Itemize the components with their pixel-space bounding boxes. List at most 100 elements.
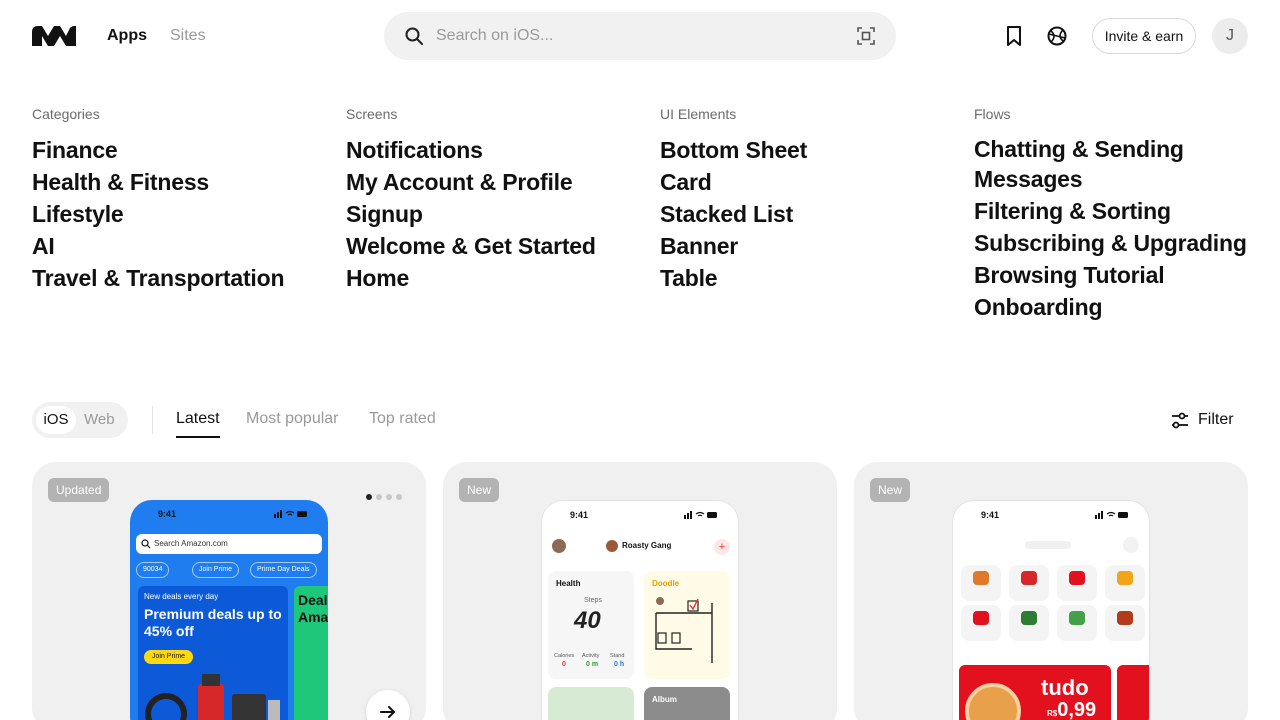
search-input[interactable] [436, 24, 836, 48]
stat-label: Stand [610, 653, 625, 659]
ui-element-link[interactable]: Banner [660, 230, 960, 262]
signal-battery-icon [684, 511, 717, 519]
tab-top-rated[interactable]: Top rated [369, 410, 436, 438]
promo-currency: R$ [1047, 709, 1058, 718]
app-card[interactable]: New 9:41 tudo R$0,99 [854, 462, 1248, 720]
globe-icon[interactable] [1045, 24, 1069, 48]
invite-earn-button[interactable]: Invite & earn [1092, 18, 1196, 54]
nav-sites[interactable]: Sites [170, 27, 206, 45]
screen-link[interactable]: Notifications [346, 134, 646, 166]
category-tile [1105, 565, 1145, 601]
basket-icon [1021, 571, 1037, 585]
search-icon [405, 27, 423, 45]
bookmark-icon[interactable] [1002, 24, 1026, 48]
drinks-icon [1021, 611, 1037, 625]
category-link[interactable]: Travel & Transportation [32, 262, 332, 294]
flow-link[interactable]: Filtering & Sorting [974, 196, 1264, 226]
flow-link[interactable]: Onboarding [974, 292, 1264, 322]
gift-icon [1069, 611, 1085, 625]
signal-battery-icon [1095, 511, 1128, 519]
category-link[interactable]: Health & Fitness [32, 166, 332, 198]
coins-icon [1117, 571, 1133, 585]
screen-link[interactable]: My Account & Profile [346, 166, 646, 198]
status-badge: New [459, 478, 500, 502]
app-screenshot: 9:41 Search Amazon.com 90034 Join Prime … [130, 500, 328, 720]
avatar[interactable]: J [1212, 18, 1248, 54]
app-card[interactable]: New 9:41 Roasty Gang + Health Steps 40 C… [443, 462, 837, 720]
group-title: Roasty Gang [606, 540, 671, 552]
stat-value: 0 m [586, 661, 599, 668]
divider [152, 406, 153, 434]
carousel-dot[interactable] [386, 494, 392, 500]
category-link[interactable]: AI [32, 230, 332, 262]
amazon-search-field: Search Amazon.com [136, 534, 322, 554]
doodle-drawing [655, 597, 713, 663]
categories-column: Categories Finance Health & Fitness Life… [32, 106, 332, 294]
filter-label: Filter [1198, 411, 1234, 428]
ui-element-link[interactable]: Table [660, 262, 960, 294]
album-widget: Album [644, 687, 730, 720]
banner-subtitle: New deals every day [144, 592, 219, 601]
tab-latest[interactable]: Latest [176, 410, 220, 438]
search-bar[interactable] [384, 12, 896, 60]
prime-day-pill: Prime Day Deals [250, 562, 317, 578]
pizza-image [965, 683, 1021, 720]
steps-label: Steps [584, 597, 602, 604]
status-time: 9:41 [981, 510, 1000, 520]
platform-web-option[interactable]: Web [84, 406, 120, 434]
filter-button[interactable]: Filter [1170, 410, 1240, 432]
status-badge: New [870, 478, 911, 502]
status-bar: 9:41 [953, 501, 1149, 529]
flow-link[interactable]: Subscribing & Upgrading [974, 228, 1264, 258]
flow-link[interactable]: Chatting & Sending Messages [974, 134, 1264, 194]
category-tile [1009, 605, 1049, 641]
stat-label: Calories [554, 653, 575, 659]
flow-link[interactable]: Browsing Tutorial [974, 260, 1264, 290]
group-title-text: Roasty Gang [622, 541, 672, 551]
app-card[interactable]: Updated 9:41 Search Amazon.com 90034 Joi… [32, 462, 426, 720]
column-heading: Screens [346, 106, 398, 122]
screen-link[interactable]: Home [346, 262, 646, 294]
status-time: 9:41 [570, 510, 589, 520]
join-prime-pill: Join Prime [192, 562, 240, 578]
screen-link[interactable]: Signup [346, 198, 646, 230]
promo-banner: tudo R$0,99 [959, 665, 1111, 720]
banner-button: Join Prime [144, 650, 194, 664]
screen-link[interactable]: Welcome & Get Started [346, 230, 646, 262]
tab-most-popular[interactable]: Most popular [246, 410, 339, 438]
banner-title: Premium deals up to 45% off [144, 606, 282, 639]
platform-ios-option[interactable]: iOS [36, 406, 76, 434]
app-header [953, 535, 1149, 555]
category-link[interactable]: Finance [32, 134, 332, 166]
category-tile [1057, 605, 1097, 641]
category-tile [1105, 605, 1145, 641]
ui-element-link[interactable]: Bottom Sheet [660, 134, 960, 166]
carousel-dot[interactable] [376, 494, 382, 500]
album-label: Album [652, 695, 677, 704]
burger-icon [973, 571, 989, 585]
filter-sliders-icon [1172, 412, 1188, 429]
category-tile [1009, 565, 1049, 601]
store-icon [1069, 571, 1085, 585]
ui-element-link[interactable]: Stacked List [660, 198, 960, 230]
stat-value: 0 [562, 661, 566, 668]
carousel-dot[interactable] [366, 494, 372, 500]
products-image [145, 674, 280, 720]
ui-elements-column: UI Elements Bottom Sheet Card Stacked Li… [660, 106, 960, 294]
avatar [552, 539, 566, 553]
ui-element-link[interactable]: Card [660, 166, 960, 198]
status-badge: Updated [48, 478, 110, 502]
nav-apps[interactable]: Apps [107, 27, 147, 45]
next-slide-button[interactable] [366, 690, 410, 720]
carousel-dot[interactable] [396, 494, 402, 500]
promo-price-value: 0,99 [1057, 699, 1097, 720]
map-widget [548, 687, 634, 720]
mobbin-logo-icon[interactable] [32, 26, 76, 46]
flows-column: Flows Chatting & Sending Messages Filter… [974, 106, 1264, 324]
app-screenshot: 9:41 tudo R$0,99 [952, 500, 1150, 720]
category-link[interactable]: Lifestyle [32, 198, 332, 230]
promo-banner-secondary [1117, 665, 1149, 720]
status-bar: 9:41 [542, 501, 738, 529]
amazon-banner-secondary: Deal Ama [294, 586, 328, 720]
scan-icon[interactable] [856, 26, 876, 46]
